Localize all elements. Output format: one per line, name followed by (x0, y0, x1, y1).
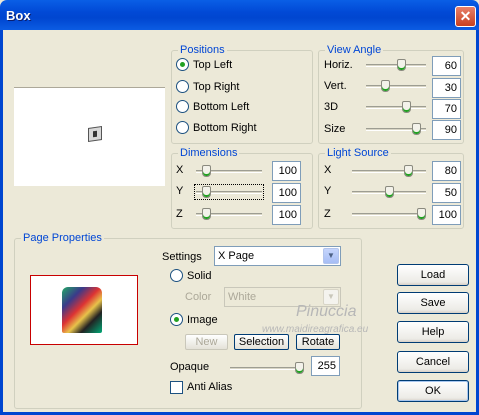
light-z-slider[interactable] (352, 208, 426, 220)
size-slider[interactable] (366, 123, 426, 135)
radio-image-indicator[interactable] (170, 313, 183, 326)
vert-slider[interactable] (366, 80, 426, 92)
size-label: Size (324, 123, 346, 135)
light-x-value-input[interactable]: 80 (432, 161, 461, 181)
slider-track[interactable] (352, 213, 426, 216)
position-top-right-radio[interactable]: Top Right (176, 80, 239, 93)
dim-y-value-input[interactable]: 100 (272, 183, 301, 203)
vert-label: Vert. (324, 80, 347, 92)
vert-value-input[interactable]: 30 (432, 78, 461, 98)
rotate-button[interactable]: Rotate (296, 334, 340, 350)
view-angle-group-label: View Angle (325, 44, 384, 56)
light-y-slider[interactable] (352, 186, 426, 198)
solid-label: Solid (187, 269, 212, 282)
slider-thumb[interactable] (417, 208, 426, 220)
image-radio[interactable]: Image (170, 313, 218, 326)
dim-x-slider[interactable] (196, 165, 262, 177)
slider-track[interactable] (230, 367, 304, 370)
anti-alias-checkbox[interactable] (170, 381, 183, 394)
radio-top-left-indicator[interactable] (176, 58, 189, 71)
slider-thumb[interactable] (202, 186, 211, 198)
ok-button[interactable]: OK (397, 380, 469, 402)
close-icon: ✕ (459, 8, 472, 24)
dim-y-slider[interactable] (194, 184, 264, 200)
position-top-left-label: Top Left (193, 58, 233, 71)
opaque-slider[interactable] (230, 362, 304, 374)
light-x-slider[interactable] (352, 165, 426, 177)
cube-preview-icon (88, 126, 102, 142)
radio-bottom-right-indicator[interactable] (176, 121, 189, 134)
dim-y-label: Y (176, 185, 184, 197)
radio-bottom-left-indicator[interactable] (176, 100, 189, 113)
size-value-input[interactable]: 90 (432, 120, 461, 140)
settings-label: Settings (162, 251, 202, 263)
dim-x-label: X (176, 164, 184, 176)
dim-z-slider[interactable] (196, 208, 262, 220)
3d-value-input[interactable]: 70 (432, 99, 461, 119)
opaque-value-input[interactable]: 255 (311, 356, 340, 376)
opaque-label: Opaque (170, 361, 210, 373)
save-button[interactable]: Save (397, 292, 469, 314)
new-button[interactable]: New (185, 334, 228, 350)
light-x-label: X (324, 164, 332, 176)
window-title: Box (6, 8, 31, 23)
slider-thumb[interactable] (397, 59, 406, 71)
slider-track[interactable] (366, 106, 426, 109)
color-select-value: White (228, 291, 257, 303)
radio-solid-indicator[interactable] (170, 269, 183, 282)
slider-thumb[interactable] (404, 165, 413, 177)
positions-group-label: Positions (178, 44, 227, 56)
chevron-down-icon[interactable]: ▼ (323, 248, 339, 264)
light-z-value-input[interactable]: 100 (432, 205, 461, 225)
color-label: Color (185, 291, 212, 303)
3d-slider[interactable] (366, 101, 426, 113)
slider-thumb[interactable] (295, 362, 304, 374)
slider-track[interactable] (366, 64, 426, 67)
title-bar[interactable]: Box ✕ (0, 0, 479, 30)
image-label: Image (187, 313, 218, 326)
horiz-label: Horiz. (324, 59, 353, 71)
dim-z-label: Z (176, 208, 183, 220)
light-source-group-label: Light Source (325, 147, 391, 159)
position-bottom-right-radio[interactable]: Bottom Right (176, 121, 257, 134)
solid-radio[interactable]: Solid (170, 269, 211, 282)
selection-button[interactable]: Selection (234, 334, 289, 350)
slider-thumb[interactable] (202, 208, 211, 220)
radio-top-right-indicator[interactable] (176, 80, 189, 93)
slider-track[interactable] (352, 170, 426, 173)
position-bottom-left-radio[interactable]: Bottom Left (176, 100, 249, 113)
light-z-label: Z (324, 208, 331, 220)
dim-z-value-input[interactable]: 100 (272, 205, 301, 225)
watermark-name: Pinuccia (296, 303, 357, 320)
watermark-url: www.maidireagrafica.eu (262, 324, 369, 335)
anti-alias-label: Anti Alias (187, 381, 233, 393)
slider-thumb[interactable] (412, 123, 421, 135)
position-top-right-label: Top Right (193, 80, 240, 93)
horiz-value-input[interactable]: 60 (432, 56, 461, 76)
slider-thumb[interactable] (385, 186, 394, 198)
load-button[interactable]: Load (397, 264, 469, 286)
slider-track[interactable] (366, 85, 426, 88)
position-bottom-left-label: Bottom Left (193, 100, 250, 113)
settings-select[interactable]: X Page ▼ (214, 246, 341, 266)
slider-thumb[interactable] (202, 165, 211, 177)
horiz-slider[interactable] (366, 59, 426, 71)
position-top-left-radio[interactable]: Top Left (176, 58, 232, 71)
dimensions-group-label: Dimensions (178, 147, 240, 159)
close-button[interactable]: ✕ (455, 6, 476, 27)
help-button[interactable]: Help (397, 321, 469, 343)
page-properties-group-label: Page Properties (21, 232, 104, 244)
light-y-value-input[interactable]: 50 (432, 183, 461, 203)
cancel-button[interactable]: Cancel (397, 351, 469, 373)
slider-thumb[interactable] (402, 101, 411, 113)
settings-select-value: X Page (218, 250, 255, 262)
dim-x-value-input[interactable]: 100 (272, 161, 301, 181)
3d-label: 3D (324, 101, 339, 113)
light-y-label: Y (324, 185, 332, 197)
position-bottom-right-label: Bottom Right (193, 121, 257, 134)
slider-thumb[interactable] (381, 80, 390, 92)
page-image-thumbnail (62, 287, 102, 333)
